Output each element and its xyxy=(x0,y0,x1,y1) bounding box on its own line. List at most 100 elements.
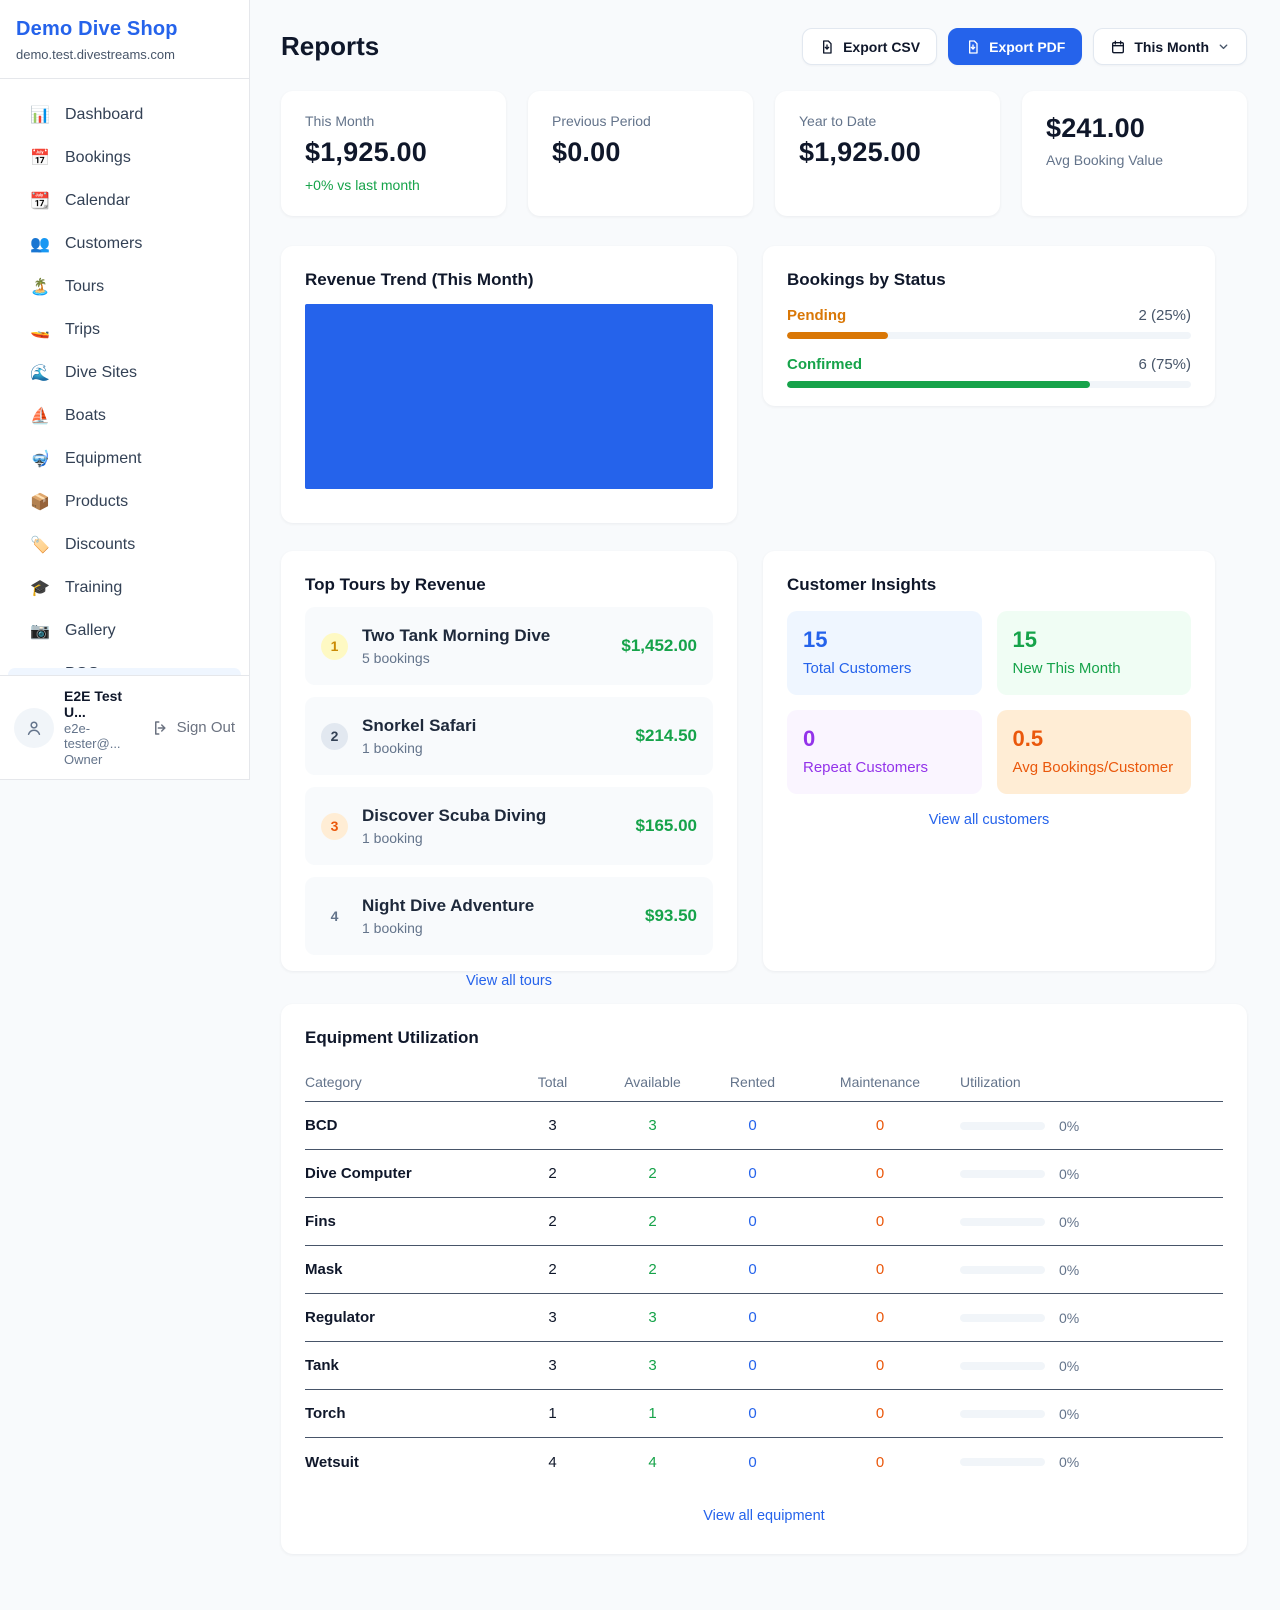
sidebar-item-label: Products xyxy=(65,493,128,511)
panel-title: Equipment Utilization xyxy=(305,1028,1223,1048)
cell-available: 3 xyxy=(600,1117,705,1134)
period-label: This Month xyxy=(1134,39,1209,55)
sidebar-item-calendar[interactable]: 📆Calendar xyxy=(8,179,241,222)
table-header-row: Category Total Available Rented Maintena… xyxy=(305,1062,1223,1102)
sidebar-item-training[interactable]: 🎓Training xyxy=(8,566,241,609)
sidebar-item-label: Calendar xyxy=(65,192,130,210)
sidebar-item-dive-sites[interactable]: 🌊Dive Sites xyxy=(8,351,241,394)
cell-total: 4 xyxy=(505,1454,600,1471)
export-pdf-button[interactable]: Export PDF xyxy=(948,28,1082,65)
tour-row: 1 Two Tank Morning Dive 5 bookings $1,45… xyxy=(305,607,713,685)
table-row: Regulator 3 3 0 0 0% xyxy=(305,1294,1223,1342)
cell-category: Regulator xyxy=(305,1309,505,1326)
cell-total: 2 xyxy=(505,1165,600,1182)
cell-maintenance: 0 xyxy=(800,1261,960,1278)
cell-rented: 0 xyxy=(705,1309,800,1326)
cell-rented: 0 xyxy=(705,1454,800,1471)
export-csv-button[interactable]: Export CSV xyxy=(802,28,937,65)
utilization-bar xyxy=(960,1362,1045,1370)
sign-out-button[interactable]: Sign Out xyxy=(152,719,235,737)
status-value: 6 (75%) xyxy=(1138,356,1191,373)
cell-utilization: 0% xyxy=(960,1118,1223,1134)
discounts-icon: 🏷️ xyxy=(30,535,50,555)
table-row: Fins 2 2 0 0 0% xyxy=(305,1198,1223,1246)
utilization-bar xyxy=(960,1410,1045,1418)
stat-card-year-to-date: Year to Date $1,925.00 xyxy=(775,91,1000,216)
view-all-equipment-link[interactable]: View all equipment xyxy=(305,1508,1223,1530)
view-all-tours-link[interactable]: View all tours xyxy=(305,973,713,989)
cell-category: Torch xyxy=(305,1405,505,1422)
tour-row: 2 Snorkel Safari 1 booking $214.50 xyxy=(305,697,713,775)
user-info: E2E Test U... e2e-tester@... Owner xyxy=(64,688,142,767)
dive-sites-icon: 🌊 xyxy=(30,363,50,383)
stat-label: This Month xyxy=(305,113,482,129)
sidebar-item-bookings[interactable]: 📅Bookings xyxy=(8,136,241,179)
cell-total: 3 xyxy=(505,1117,600,1134)
sidebar-item-customers[interactable]: 👥Customers xyxy=(8,222,241,265)
sidebar-item-active-clipped[interactable] xyxy=(8,668,241,675)
sidebar-item-dashboard[interactable]: 📊Dashboard xyxy=(8,93,241,136)
stat-label: Avg Booking Value xyxy=(1046,152,1223,168)
revenue-trend-panel: Revenue Trend (This Month) xyxy=(281,246,737,523)
rank-badge: 3 xyxy=(321,813,348,840)
sidebar-user-footer: E2E Test U... e2e-tester@... Owner Sign … xyxy=(0,675,249,779)
stat-card-previous-period: Previous Period $0.00 xyxy=(528,91,753,216)
top-tours-panel: Top Tours by Revenue 1 Two Tank Morning … xyxy=(281,551,737,971)
cell-available: 1 xyxy=(600,1405,705,1422)
page-title: Reports xyxy=(281,31,379,62)
stat-value: $1,925.00 xyxy=(799,137,976,168)
cell-utilization: 0% xyxy=(960,1214,1223,1230)
stat-value: $0.00 xyxy=(552,137,729,168)
insight-tiles: 15 Total Customers 15 New This Month 0 R… xyxy=(787,611,1191,794)
tile-value: 15 xyxy=(803,627,966,653)
utilization-pct: 0% xyxy=(1059,1406,1079,1422)
stat-card-avg-booking-value: $241.00 Avg Booking Value xyxy=(1022,91,1247,216)
rank-badge: 1 xyxy=(321,633,348,660)
sidebar-item-label: Customers xyxy=(65,235,142,253)
tour-bookings: 1 booking xyxy=(362,740,476,756)
cell-available: 2 xyxy=(600,1213,705,1230)
tour-row: 3 Discover Scuba Diving 1 booking $165.0… xyxy=(305,787,713,865)
sidebar-item-products[interactable]: 📦Products xyxy=(8,480,241,523)
tour-row: 4 Night Dive Adventure 1 booking $93.50 xyxy=(305,877,713,955)
table-row: Mask 2 2 0 0 0% xyxy=(305,1246,1223,1294)
progress-fill xyxy=(787,332,888,339)
customer-insights-panel: Customer Insights 15 Total Customers 15 … xyxy=(763,551,1215,971)
stat-value: $1,925.00 xyxy=(305,137,482,168)
sidebar-item-tours[interactable]: 🏝️Tours xyxy=(8,265,241,308)
utilization-pct: 0% xyxy=(1059,1166,1079,1182)
status-label: Pending xyxy=(787,307,846,324)
col-category: Category xyxy=(305,1074,505,1090)
utilization-bar xyxy=(960,1122,1045,1130)
shop-domain: demo.test.divestreams.com xyxy=(16,47,233,62)
utilization-pct: 0% xyxy=(1059,1262,1079,1278)
sidebar-item-discounts[interactable]: 🏷️Discounts xyxy=(8,523,241,566)
table-row: Wetsuit 4 4 0 0 0% xyxy=(305,1438,1223,1486)
period-dropdown[interactable]: This Month xyxy=(1093,28,1247,65)
sidebar-item-trips[interactable]: 🚤Trips xyxy=(8,308,241,351)
avatar xyxy=(14,708,54,748)
utilization-bar xyxy=(960,1218,1045,1226)
utilization-bar xyxy=(960,1314,1045,1322)
view-all-customers-link[interactable]: View all customers xyxy=(787,812,1191,828)
sidebar-item-equipment[interactable]: 🤿Equipment xyxy=(8,437,241,480)
cell-rented: 0 xyxy=(705,1261,800,1278)
status-row-confirmed: Confirmed 6 (75%) xyxy=(787,356,1191,388)
sidebar-item-gallery[interactable]: 📷Gallery xyxy=(8,609,241,652)
tile-label: Repeat Customers xyxy=(803,759,966,776)
cell-available: 3 xyxy=(600,1357,705,1374)
tile-label: New This Month xyxy=(1013,660,1176,677)
tour-name: Discover Scuba Diving xyxy=(362,806,546,826)
cell-total: 1 xyxy=(505,1405,600,1422)
status-row-pending: Pending 2 (25%) xyxy=(787,307,1191,339)
cell-rented: 0 xyxy=(705,1405,800,1422)
stat-card-this-month: This Month $1,925.00 +0% vs last month xyxy=(281,91,506,216)
rank-badge: 2 xyxy=(321,723,348,750)
tours-icon: 🏝️ xyxy=(30,277,50,297)
sidebar-item-boats[interactable]: ⛵Boats xyxy=(8,394,241,437)
sidebar-item-label: Bookings xyxy=(65,149,131,167)
cell-available: 4 xyxy=(600,1454,705,1471)
status-label: Confirmed xyxy=(787,356,862,373)
revenue-trend-chart xyxy=(305,304,713,489)
tile-new-this-month: 15 New This Month xyxy=(997,611,1192,695)
